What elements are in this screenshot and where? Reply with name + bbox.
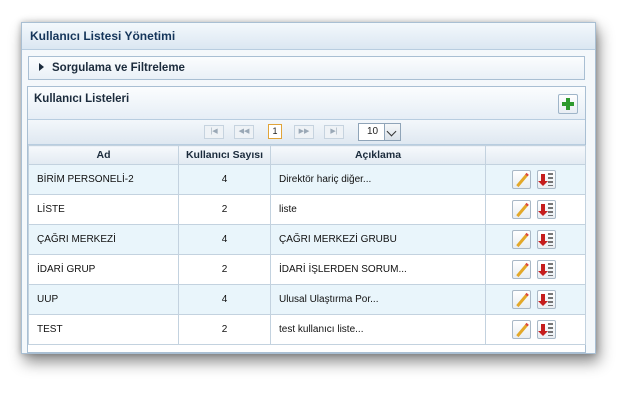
- user-lists-panel: Kullanıcı Listeleri |◀ ◀◀ 1 ▶▶ ▶| 10 Ad …: [27, 86, 586, 353]
- pencil-icon: [516, 232, 529, 248]
- cell-description: İDARİ İŞLERDEN SORUM...: [270, 254, 486, 285]
- cell-name: TEST: [28, 314, 179, 345]
- page-size-value: 10: [367, 126, 379, 137]
- table-row[interactable]: LİSTE 2 liste: [28, 194, 586, 225]
- filter-section-toggle[interactable]: Sorgulama ve Filtreleme: [28, 56, 585, 80]
- pencil-icon: [516, 292, 529, 308]
- cell-actions: [485, 224, 586, 255]
- cell-count: 2: [178, 314, 271, 345]
- table-row[interactable]: TEST 2 test kullanıcı liste...: [28, 314, 586, 345]
- table-row[interactable]: UUP 4 Ulusal Ulaştırma Por...: [28, 284, 586, 315]
- pencil-icon: [516, 172, 529, 188]
- delete-button[interactable]: [537, 290, 556, 309]
- delete-button[interactable]: [537, 200, 556, 219]
- prev-page-button[interactable]: ◀◀: [234, 125, 254, 139]
- cell-actions: [485, 254, 586, 285]
- delete-button[interactable]: [537, 320, 556, 339]
- cell-name: İDARİ GRUP: [28, 254, 179, 285]
- cell-actions: [485, 194, 586, 225]
- cell-description: liste: [270, 194, 486, 225]
- cell-actions: [485, 284, 586, 315]
- cell-count: 2: [178, 254, 271, 285]
- column-header-count[interactable]: Kullanıcı Sayısı: [178, 145, 271, 165]
- pencil-icon: [516, 322, 529, 338]
- pencil-icon: [516, 202, 529, 218]
- current-page-input[interactable]: 1: [268, 124, 282, 139]
- column-header-name[interactable]: Ad: [28, 145, 179, 165]
- chevron-down-icon[interactable]: [384, 124, 400, 140]
- edit-button[interactable]: [512, 170, 531, 189]
- window-title: Kullanıcı Listesi Yönetimi: [22, 23, 595, 50]
- cell-description: ÇAĞRI MERKEZİ GRUBU: [270, 224, 486, 255]
- column-header-actions: [485, 145, 586, 165]
- edit-button[interactable]: [512, 290, 531, 309]
- add-list-button[interactable]: [558, 94, 578, 114]
- cell-count: 4: [178, 284, 271, 315]
- filter-section-label: Sorgulama ve Filtreleme: [52, 62, 185, 74]
- user-list-table: Ad Kullanıcı Sayısı Açıklama BİRİM PERSO…: [28, 145, 586, 345]
- cell-count: 4: [178, 224, 271, 255]
- next-page-button[interactable]: ▶▶: [294, 125, 314, 139]
- caret-right-icon: [39, 62, 44, 71]
- cell-count: 2: [178, 194, 271, 225]
- column-header-description[interactable]: Açıklama: [270, 145, 486, 165]
- user-list-window: Kullanıcı Listesi Yönetimi Sorgulama ve …: [21, 22, 596, 354]
- edit-button[interactable]: [512, 230, 531, 249]
- delete-button[interactable]: [537, 170, 556, 189]
- cell-actions: [485, 164, 586, 195]
- panel-header: Kullanıcı Listeleri: [28, 87, 585, 120]
- table-row[interactable]: İDARİ GRUP 2 İDARİ İŞLERDEN SORUM...: [28, 254, 586, 285]
- page-size-select[interactable]: 10: [358, 123, 401, 141]
- edit-button[interactable]: [512, 260, 531, 279]
- cell-description: Ulusal Ulaştırma Por...: [270, 284, 486, 315]
- cell-actions: [485, 314, 586, 345]
- last-page-button[interactable]: ▶|: [324, 125, 344, 139]
- cell-count: 4: [178, 164, 271, 195]
- cell-description: Direktör hariç diğer...: [270, 164, 486, 195]
- cell-description: test kullanıcı liste...: [270, 314, 486, 345]
- cell-name: ÇAĞRI MERKEZİ: [28, 224, 179, 255]
- table-row[interactable]: ÇAĞRI MERKEZİ 4 ÇAĞRI MERKEZİ GRUBU: [28, 224, 586, 255]
- pencil-icon: [516, 262, 529, 278]
- cell-name: BİRİM PERSONELİ-2: [28, 164, 179, 195]
- edit-button[interactable]: [512, 320, 531, 339]
- panel-title: Kullanıcı Listeleri: [34, 93, 130, 105]
- edit-button[interactable]: [512, 200, 531, 219]
- pagination-bar: |◀ ◀◀ 1 ▶▶ ▶| 10: [28, 120, 585, 145]
- cell-name: UUP: [28, 284, 179, 315]
- table-row[interactable]: BİRİM PERSONELİ-2 4 Direktör hariç diğer…: [28, 164, 586, 195]
- first-page-button[interactable]: |◀: [204, 125, 224, 139]
- delete-button[interactable]: [537, 230, 556, 249]
- cell-name: LİSTE: [28, 194, 179, 225]
- delete-button[interactable]: [537, 260, 556, 279]
